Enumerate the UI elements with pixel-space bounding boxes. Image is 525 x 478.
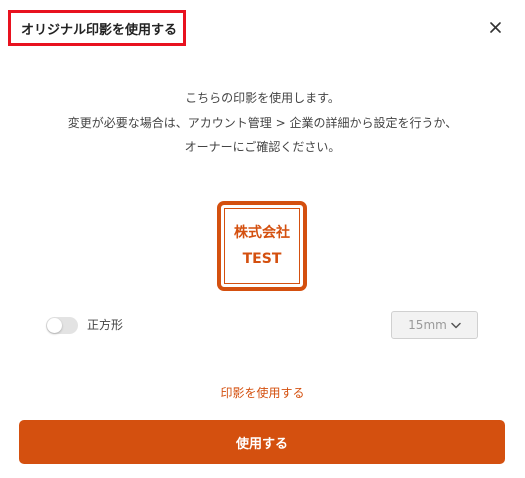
toggle-knob [47, 318, 62, 333]
square-toggle-label: 正方形 [87, 318, 124, 332]
close-button[interactable] [484, 16, 506, 38]
use-seal-link[interactable]: 印影を使用する [0, 384, 525, 401]
stamp-line-2: TEST [242, 251, 282, 267]
description-line-1: こちらの印影を使用します。 [185, 91, 340, 105]
description-line-2: 変更が必要な場合は、アカウント管理 > 企業の詳細から設定を行うか、 [67, 115, 458, 130]
close-icon [489, 21, 501, 33]
seal-stamp-preview: 株式会社 TEST [217, 201, 307, 291]
chevron-down-icon [451, 322, 461, 328]
size-select-value: 15mm [408, 318, 447, 332]
use-button[interactable]: 使用する [19, 420, 505, 464]
description: こちらの印影を使用します。 変更が必要な場合は、アカウント管理 > 企業の詳細か… [0, 86, 525, 160]
dialog-title: オリジナル印影を使用する [21, 22, 178, 38]
seal-stamp-inner: 株式会社 TEST [224, 208, 300, 284]
size-select[interactable]: 15mm [391, 311, 478, 339]
dialog-title-box: オリジナル印影を使用する [8, 10, 186, 46]
square-toggle[interactable] [46, 317, 78, 334]
stamp-line-1: 株式会社 [234, 225, 290, 241]
description-line-3: オーナーにご確認ください。 [184, 140, 341, 154]
use-seal-link-label: 印影を使用する [220, 386, 305, 400]
use-button-label: 使用する [235, 436, 288, 452]
